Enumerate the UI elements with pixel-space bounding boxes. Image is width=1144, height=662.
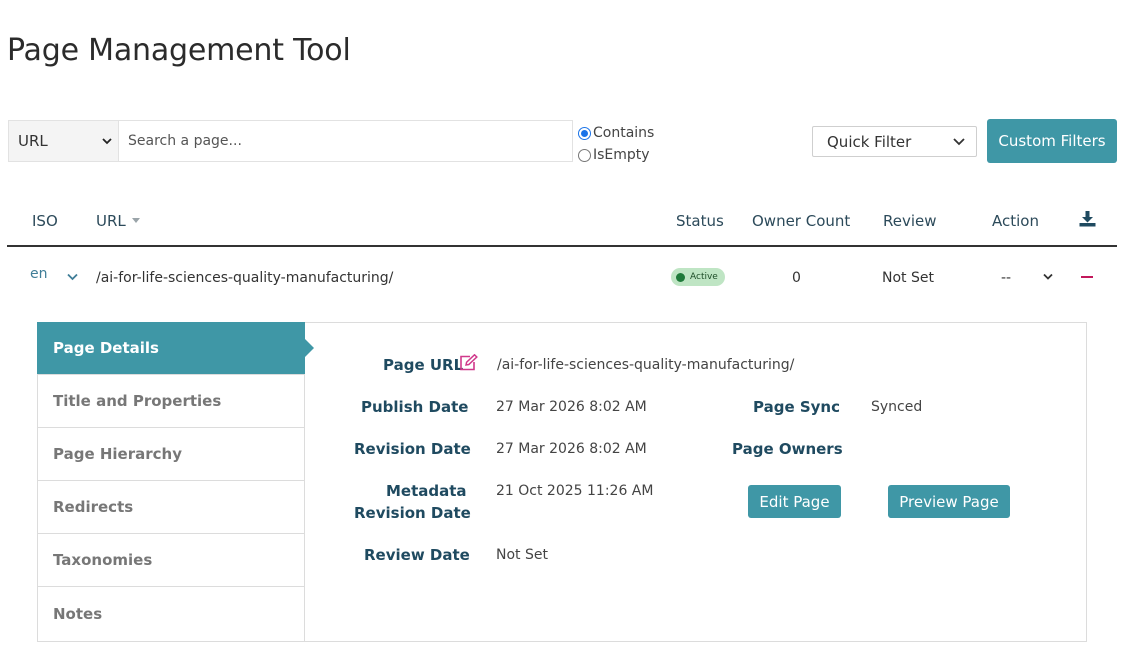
radio-isempty-label: IsEmpty bbox=[593, 147, 650, 163]
page-sync-value: Synced bbox=[871, 399, 923, 415]
column-header-url[interactable]: URL bbox=[96, 212, 141, 230]
metadata-revision-date-value: 21 Oct 2025 11:26 AM bbox=[496, 483, 654, 499]
radio-isempty-control[interactable] bbox=[578, 148, 591, 162]
row-review: Not Set bbox=[882, 270, 934, 286]
revision-date-value: 27 Mar 2026 8:02 AM bbox=[496, 441, 647, 457]
column-header-owner-count: Owner Count bbox=[752, 212, 851, 230]
row-expand-chevron-icon[interactable] bbox=[67, 273, 78, 281]
preview-page-button[interactable]: Preview Page bbox=[888, 485, 1010, 518]
page-url-value: /ai-for-life-sciences-quality-manufactur… bbox=[497, 357, 795, 373]
page-url-label: Page URL bbox=[383, 356, 464, 374]
collapse-minus-icon[interactable] bbox=[1081, 276, 1093, 279]
metadata-revision-label-line1: Metadata bbox=[386, 482, 467, 500]
action-dropdown-chevron-icon[interactable] bbox=[1043, 273, 1053, 281]
radio-isempty[interactable]: IsEmpty bbox=[578, 144, 654, 166]
status-badge: Active bbox=[671, 268, 725, 286]
header-divider bbox=[7, 245, 1117, 247]
row-owner-count: 0 bbox=[792, 270, 801, 286]
nav-title-and-properties[interactable]: Title and Properties bbox=[37, 375, 305, 428]
search-field-value: URL bbox=[18, 132, 48, 150]
edit-icon[interactable] bbox=[459, 354, 478, 371]
nav-redirects[interactable]: Redirects bbox=[37, 481, 305, 534]
metadata-revision-label-line2: Revision Date bbox=[354, 504, 471, 522]
column-header-url-label: URL bbox=[96, 212, 126, 230]
download-icon[interactable] bbox=[1079, 211, 1096, 227]
column-header-status: Status bbox=[676, 212, 724, 230]
chevron-down-icon bbox=[102, 138, 112, 145]
row-url[interactable]: /ai-for-life-sciences-quality-manufactur… bbox=[96, 270, 393, 286]
nav-taxonomies[interactable]: Taxonomies bbox=[37, 534, 305, 587]
sort-down-icon bbox=[131, 218, 140, 223]
nav-notes[interactable]: Notes bbox=[37, 587, 305, 641]
publish-date-value: 27 Mar 2026 8:02 AM bbox=[496, 399, 647, 415]
status-dot bbox=[676, 272, 685, 282]
search-field-select[interactable]: URL bbox=[8, 120, 118, 162]
review-date-value: Not Set bbox=[496, 547, 548, 563]
search-input[interactable] bbox=[118, 120, 573, 162]
page-sync-label: Page Sync bbox=[753, 398, 840, 416]
chevron-down-icon bbox=[953, 138, 965, 146]
review-date-label: Review Date bbox=[364, 546, 470, 564]
nav-page-hierarchy[interactable]: Page Hierarchy bbox=[37, 428, 305, 481]
nav-page-details[interactable]: Page Details bbox=[37, 322, 314, 375]
radio-contains-control[interactable] bbox=[578, 126, 591, 140]
row-action-value: -- bbox=[1001, 270, 1012, 286]
column-header-iso: ISO bbox=[32, 212, 58, 230]
custom-filters-button[interactable]: Custom Filters bbox=[987, 119, 1117, 163]
radio-contains[interactable]: Contains bbox=[578, 122, 654, 144]
detail-side-nav: Page Details Title and Properties Page H… bbox=[37, 322, 314, 641]
publish-date-label: Publish Date bbox=[361, 398, 469, 416]
column-header-review: Review bbox=[883, 212, 937, 230]
quick-filter-label: Quick Filter bbox=[827, 132, 912, 151]
row-iso: en bbox=[30, 266, 48, 282]
page-title: Page Management Tool bbox=[7, 33, 351, 68]
radio-contains-label: Contains bbox=[593, 125, 655, 141]
quick-filter-select[interactable]: Quick Filter bbox=[812, 126, 977, 157]
page-owners-label: Page Owners bbox=[732, 440, 843, 458]
edit-page-button[interactable]: Edit Page bbox=[748, 485, 841, 518]
status-badge-label: Active bbox=[690, 272, 718, 282]
column-header-action: Action bbox=[992, 212, 1039, 230]
search-mode-radio-group: Contains IsEmpty bbox=[578, 122, 654, 166]
revision-date-label: Revision Date bbox=[354, 440, 471, 458]
